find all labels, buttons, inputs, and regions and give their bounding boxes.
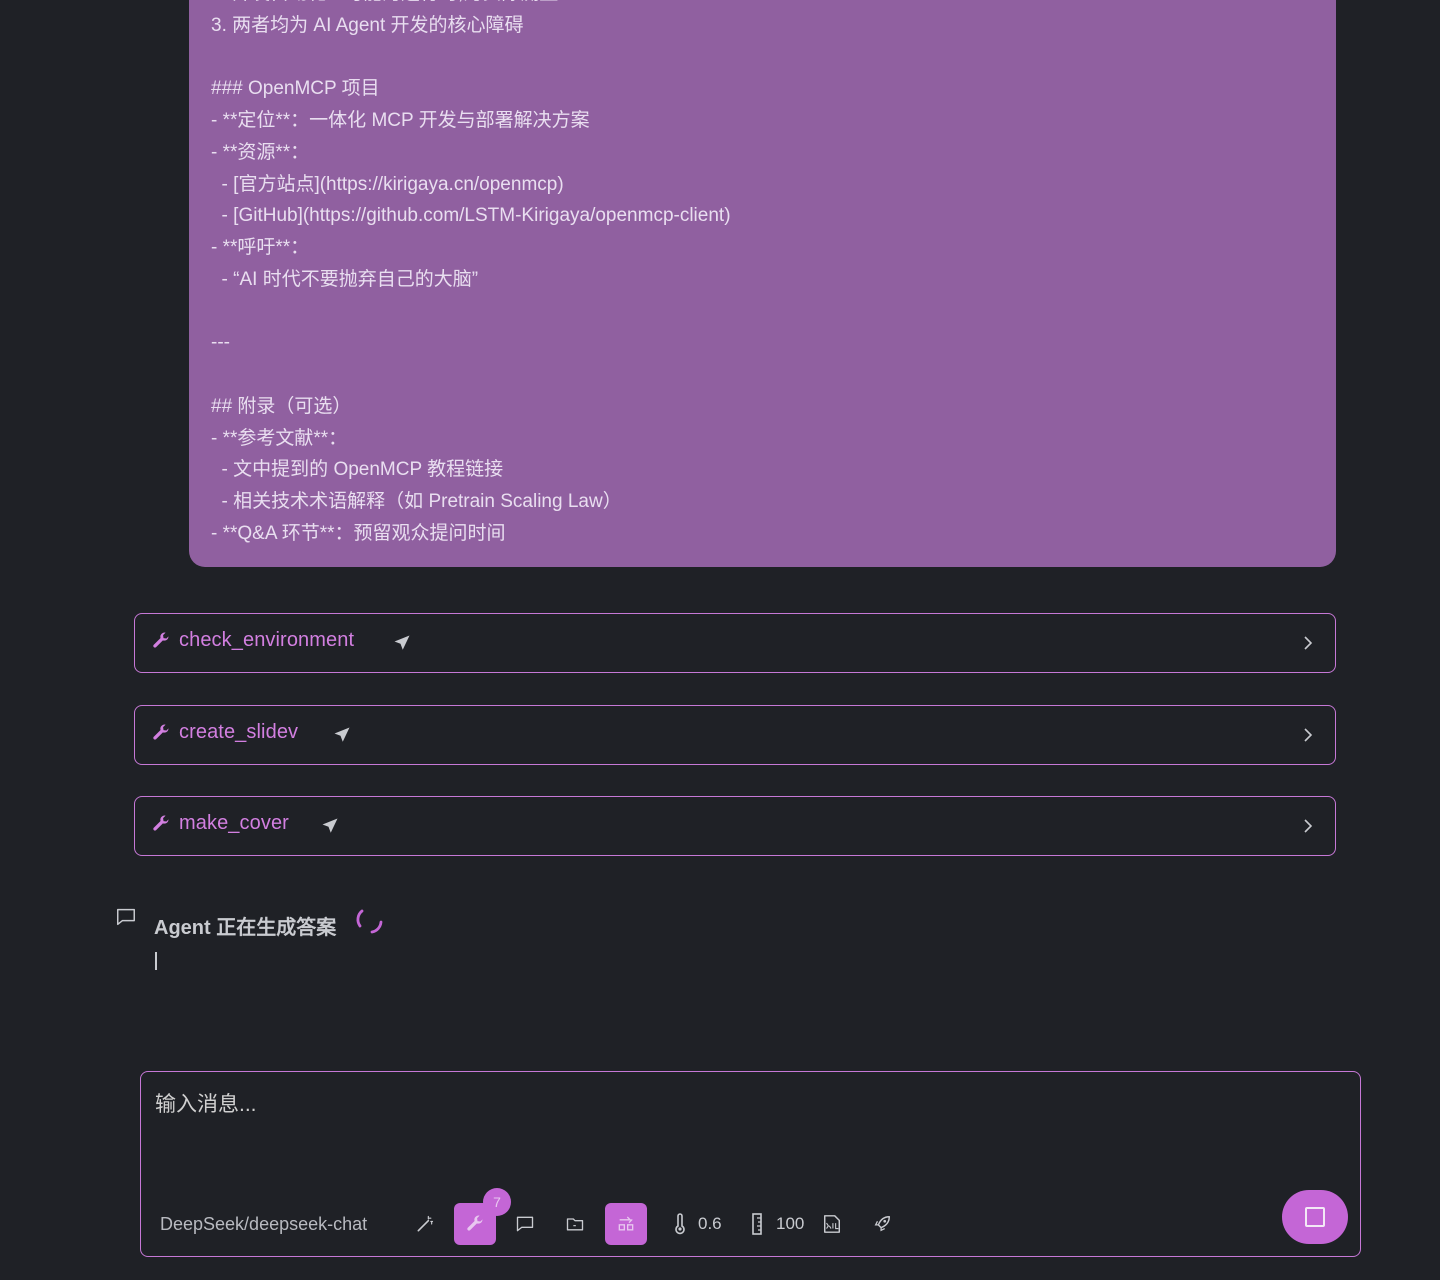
chat-bubble-icon <box>516 1216 534 1232</box>
message-line: - 相关技术术语解释（如 Pretrain Scaling Law） <box>211 491 622 512</box>
context-length-value[interactable]: 100 <box>776 1214 804 1234</box>
message-line: ## 附录（可选） <box>211 395 352 417</box>
send-icon <box>334 727 350 742</box>
prompt-enhance-button[interactable] <box>404 1203 446 1245</box>
system-prompt-button[interactable] <box>504 1203 546 1245</box>
chat-page: 2. 开发自动化 - 可能为运行时,为实际测量 3. 两者均为 AI Agent… <box>0 0 1440 1280</box>
message-lines: 2. 开发自动化 - 可能为运行时,为实际测量 3. 两者均为 AI Agent… <box>211 0 1314 550</box>
agent-status-text: Agent 正在生成答案 <box>154 917 337 939</box>
magic-wand-icon <box>417 1215 434 1232</box>
tool-call-card-check-environment[interactable]: check_environment <box>134 613 1336 673</box>
message-composer: DeepSeek/deepseek-chat 7 <box>140 1071 1361 1257</box>
stop-generation-button[interactable] <box>1282 1190 1348 1244</box>
message-line: - **呼吁**： <box>211 237 310 258</box>
message-line: 2. 开发自动化 - 可能为运行时,为实际测量 <box>211 0 1314 10</box>
tool-name: make_cover <box>179 812 289 834</box>
message-line: - [官方站点](https://kirigaya.cn/openmcp) <box>211 173 564 195</box>
message-input[interactable] <box>155 1088 1255 1178</box>
tool-call-card-create-slidev[interactable]: create_slidev <box>134 705 1336 765</box>
parallel-arrows-icon <box>618 1216 634 1231</box>
message-line <box>211 42 1314 74</box>
chat-bubble-icon <box>117 908 135 926</box>
message-line: --- <box>211 332 230 354</box>
ruler-icon[interactable] <box>747 1213 767 1235</box>
tool-name: create_slidev <box>179 721 299 743</box>
message-line: - **定位**：一体化 MCP 开发与部署解决方案 <box>211 110 590 131</box>
message-line: 3. 两者均为 AI Agent 开发的核心障碍 <box>211 14 524 36</box>
tools-toggle-button[interactable]: 7 <box>454 1188 511 1245</box>
wrench-icon <box>153 724 169 740</box>
assistant-message-bubble: 2. 开发自动化 - 可能为运行时,为实际测量 3. 两者均为 AI Agent… <box>189 0 1336 567</box>
wrench-icon <box>153 815 169 831</box>
parallel-tools-button[interactable] <box>605 1203 647 1245</box>
message-line <box>211 359 1314 391</box>
message-line: - **Q&A 环节**：预留观众提问时间 <box>211 522 506 544</box>
message-line: - **资源**： <box>211 141 310 163</box>
wrench-icon <box>467 1215 483 1231</box>
chevron-right-icon[interactable] <box>1301 726 1315 744</box>
temperature-value[interactable]: 0.6 <box>698 1214 722 1234</box>
loading-spinner-icon <box>356 909 383 934</box>
rocket-icon[interactable] <box>872 1213 892 1235</box>
message-line: - 文中提到的 OpenMCP 教程链接 <box>211 459 504 481</box>
chevron-right-icon[interactable] <box>1301 634 1315 652</box>
message-line <box>211 296 1314 328</box>
model-selector[interactable]: DeepSeek/deepseek-chat <box>160 1214 367 1235</box>
message-line: - [GitHub](https://github.com/LSTM-Kirig… <box>211 205 731 227</box>
tool-name: check_environment <box>179 629 355 651</box>
message-line: - **参考文献**： <box>211 427 348 449</box>
send-icon <box>394 635 410 650</box>
folder-icon <box>566 1218 584 1231</box>
message-line: ### OpenMCP 项目 <box>211 78 380 100</box>
xml-file-icon[interactable] <box>822 1213 842 1235</box>
typing-cursor <box>155 952 157 970</box>
wrench-icon <box>153 632 169 648</box>
attach-file-button[interactable] <box>554 1203 596 1245</box>
message-line: - “AI 时代不要抛弃自己的大脑” <box>211 268 479 290</box>
chevron-right-icon[interactable] <box>1301 817 1315 835</box>
stop-icon <box>1305 1207 1325 1227</box>
tool-call-card-make-cover[interactable]: make_cover <box>134 796 1336 856</box>
thermometer-icon[interactable] <box>670 1213 690 1235</box>
send-icon <box>322 818 338 833</box>
